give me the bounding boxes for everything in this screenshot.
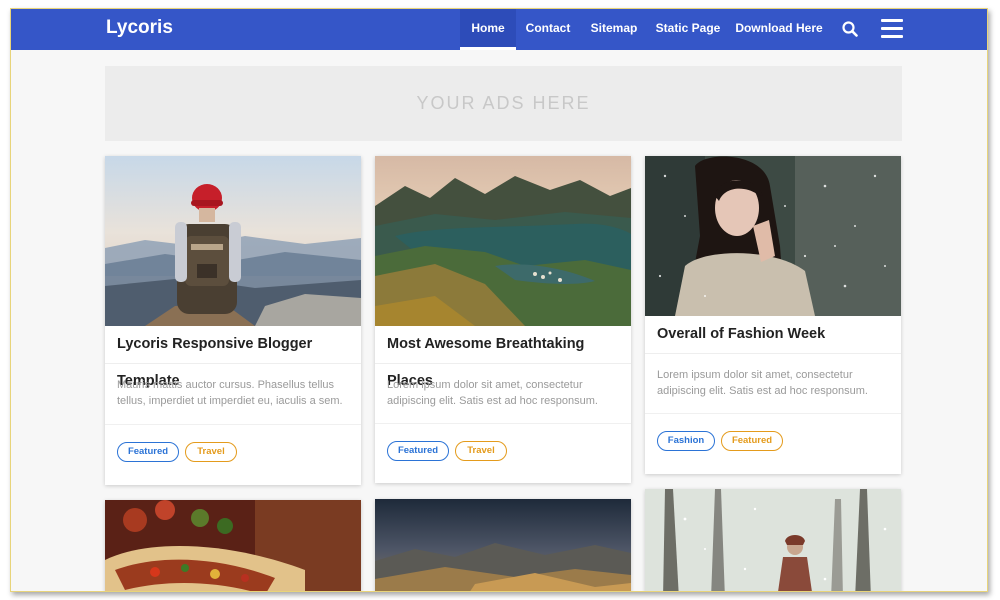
nav-contact[interactable]: Contact (523, 9, 573, 50)
post-title[interactable]: Lycoris Responsive Blogger Template (105, 326, 361, 389)
post-tags: Featured Travel (105, 425, 361, 462)
nav-sitemap[interactable]: Sitemap (586, 9, 642, 50)
post-card[interactable]: Most Awesome Breathtaking Places Lorem i… (375, 156, 631, 483)
post-card[interactable] (645, 489, 901, 591)
post-card[interactable] (105, 500, 361, 591)
post-thumbnail[interactable] (645, 156, 901, 316)
nav-download-here[interactable]: Download Here (735, 9, 823, 50)
post-excerpt: Lorem ipsum dolor sit amet, consectetur … (645, 354, 901, 414)
tag-featured[interactable]: Featured (721, 431, 783, 451)
post-card[interactable] (375, 499, 631, 591)
tag-travel[interactable]: Travel (185, 442, 237, 462)
post-thumbnail[interactable] (375, 156, 631, 326)
site-logo[interactable]: Lycoris (106, 17, 173, 39)
post-tags: Fashion Featured (645, 414, 901, 451)
search-icon[interactable] (842, 21, 858, 37)
tag-featured[interactable]: Featured (117, 442, 179, 462)
tag-featured[interactable]: Featured (387, 441, 449, 461)
top-navbar: Lycoris Home Contact Sitemap Static Page… (11, 9, 987, 50)
post-card[interactable]: Overall of Fashion Week Lorem ipsum dolo… (645, 156, 901, 474)
post-thumbnail[interactable] (375, 499, 631, 591)
post-card[interactable]: Lycoris Responsive Blogger Template Maur… (105, 156, 361, 485)
post-tags: Featured Travel (375, 424, 631, 461)
post-thumbnail[interactable] (105, 156, 361, 326)
menu-icon[interactable] (881, 19, 903, 38)
post-thumbnail[interactable] (645, 489, 901, 591)
tag-fashion[interactable]: Fashion (657, 431, 715, 451)
browser-frame: Lycoris Home Contact Sitemap Static Page… (10, 8, 988, 592)
post-title[interactable]: Most Awesome Breathtaking Places (375, 326, 631, 389)
nav-home[interactable]: Home (460, 9, 516, 50)
tag-travel[interactable]: Travel (455, 441, 507, 461)
post-thumbnail[interactable] (105, 500, 361, 591)
post-title[interactable]: Overall of Fashion Week (645, 316, 901, 354)
ad-banner[interactable]: YOUR ADS HERE (105, 66, 902, 141)
nav-static-page[interactable]: Static Page (653, 9, 723, 50)
